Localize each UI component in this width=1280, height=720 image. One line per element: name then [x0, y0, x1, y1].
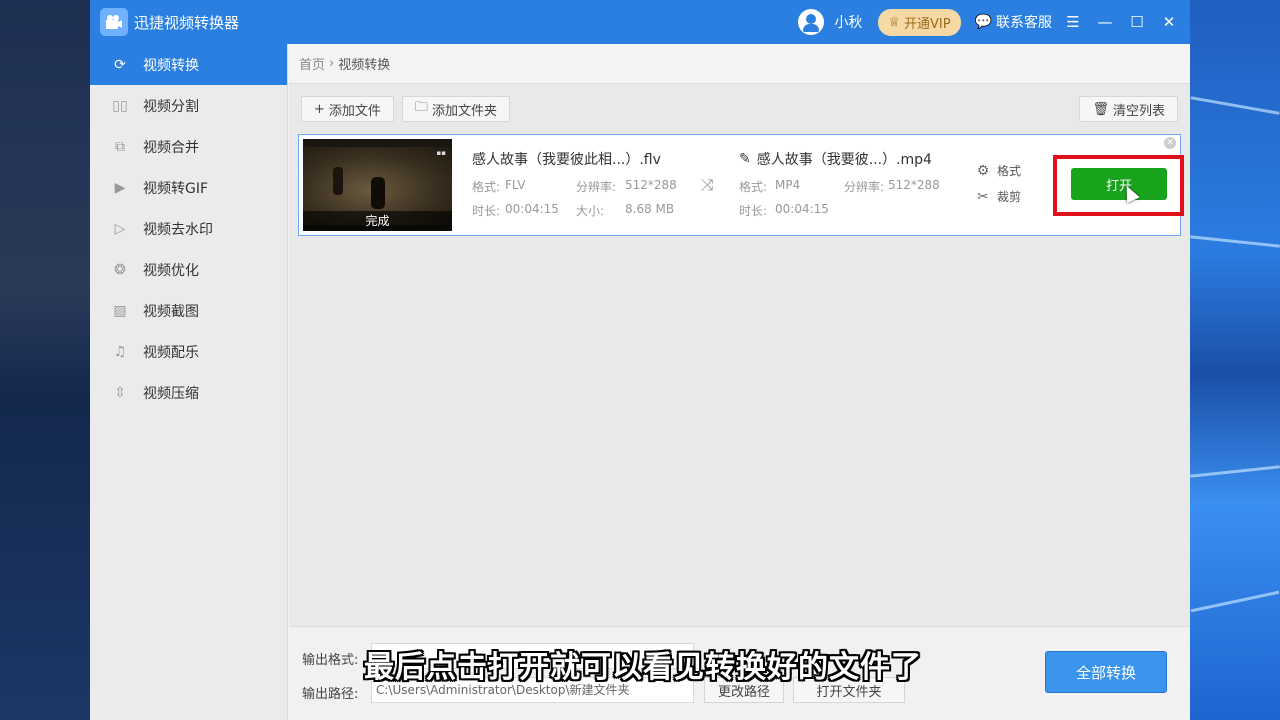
- chat-bubble-icon: 💬: [974, 14, 992, 30]
- output-file-name: 感人故事（我要彼...）.mp4: [756, 152, 932, 168]
- main-panel: 首页 › 视频转换 + 添加文件 🗀 添加文件夹 🗑 清空列表 ▪▪ 完成 感人…: [289, 44, 1190, 720]
- format-settings-button[interactable]: ⚙ 格式: [975, 162, 1021, 179]
- optimize-icon: ❂: [114, 261, 126, 278]
- sidebar-item-label: 视频压缩: [143, 385, 199, 402]
- breadcrumb-home[interactable]: 首页: [299, 54, 325, 73]
- contact-service-button[interactable]: 💬 联系客服: [975, 12, 1052, 32]
- add-file-label: 添加文件: [328, 103, 381, 119]
- source-format-label: 格式:: [472, 180, 501, 194]
- add-file-button[interactable]: + 添加文件: [301, 96, 394, 122]
- crop-button[interactable]: ✂ 裁剪: [975, 188, 1021, 205]
- sidebar-item-label: 视频转换: [143, 57, 199, 74]
- output-resolution: 512*288: [888, 178, 940, 192]
- output-duration: 00:04:15: [775, 202, 829, 216]
- output-duration-label: 时长:: [739, 204, 768, 218]
- source-resolution-label: 分辨率:: [576, 180, 617, 194]
- output-format-label: 格式:: [739, 180, 768, 194]
- video-caption: 最后点击打开就可以看见转换好的文件了: [364, 650, 922, 685]
- sidebar-item-video-convert[interactable]: ⟳ 视频转换: [90, 44, 287, 85]
- sidebar-item-label: 视频合并: [143, 139, 199, 156]
- screenshot-icon: ▨: [113, 302, 127, 319]
- title-bar-actions: 小秋 ♕ 开通VIP 💬 联系客服 ☰ — ☐ ✕: [798, 0, 1180, 44]
- source-duration: 00:04:15: [505, 202, 559, 216]
- sidebar-item-video-merge[interactable]: ⧉ 视频合并: [90, 126, 287, 167]
- gif-icon: ▶: [114, 179, 126, 196]
- watermark-icon: ▷: [114, 220, 126, 237]
- source-format: FLV: [505, 178, 526, 192]
- output-path-label: 输出路径:: [302, 687, 359, 702]
- highlight-box: [1053, 155, 1184, 216]
- username[interactable]: 小秋: [834, 12, 862, 32]
- source-resolution: 512*288: [625, 178, 677, 192]
- minimize-icon[interactable]: —: [1094, 13, 1116, 31]
- desktop-right-strip: [1190, 0, 1280, 720]
- thumbnail-figure: [333, 167, 343, 195]
- output-format-label: 输出格式:: [302, 653, 359, 668]
- close-icon[interactable]: ✕: [1158, 13, 1180, 31]
- clear-list-button[interactable]: 🗑 清空列表: [1079, 96, 1178, 122]
- format-label: 格式: [997, 164, 1022, 178]
- thumbnail-watermark: ▪▪: [436, 149, 447, 157]
- app-title: 迅捷视频转换器: [134, 13, 240, 32]
- breadcrumb-separator: ›: [329, 56, 335, 71]
- sidebar-item-label: 视频配乐: [143, 344, 199, 361]
- compress-icon: ⇳: [114, 384, 126, 401]
- sidebar-item-video-screenshot[interactable]: ▨ 视频截图: [90, 290, 287, 331]
- app-window: 迅捷视频转换器 小秋 ♕ 开通VIP 💬 联系客服 ☰ — ☐ ✕ ⟳ 视频转换…: [90, 0, 1190, 720]
- convert-all-button[interactable]: 全部转换: [1045, 651, 1167, 693]
- crop-label: 裁剪: [997, 190, 1022, 204]
- plus-icon: +: [314, 101, 325, 117]
- maximize-icon[interactable]: ☐: [1126, 13, 1148, 31]
- trash-icon: 🗑: [1092, 101, 1109, 117]
- add-folder-button[interactable]: 🗀 添加文件夹: [401, 96, 510, 122]
- vip-button[interactable]: ♕ 开通VIP: [878, 8, 961, 36]
- user-avatar-icon[interactable]: [798, 9, 825, 35]
- breadcrumb: 首页 › 视频转换: [289, 44, 1190, 84]
- convert-arrow-icon: ⤨: [701, 175, 714, 194]
- video-thumbnail[interactable]: ▪▪ 完成: [303, 139, 452, 231]
- sidebar-item-label: 视频转GIF: [143, 180, 209, 197]
- sidebar-item-video-music[interactable]: ♫ 视频配乐: [90, 331, 287, 372]
- merge-icon: ⧉: [115, 138, 125, 155]
- menu-icon[interactable]: ☰: [1062, 13, 1084, 31]
- gear-icon: ⚙: [976, 162, 990, 179]
- output-format: MP4: [775, 178, 801, 192]
- source-file-name: 感人故事（我要彼此相...）.flv: [472, 152, 661, 168]
- folder-icon: 🗀: [414, 100, 428, 115]
- toolbar: + 添加文件 🗀 添加文件夹 🗑 清空列表: [289, 84, 1190, 134]
- sidebar-item-video-gif[interactable]: ▶ 视频转GIF: [90, 167, 287, 208]
- scissors-icon: ✂: [977, 188, 989, 205]
- sidebar-item-remove-watermark[interactable]: ▷ 视频去水印: [90, 208, 287, 249]
- sidebar: ⟳ 视频转换 ▯▯ 视频分割 ⧉ 视频合并 ▶ 视频转GIF ▷ 视频去水印 ❂…: [90, 44, 288, 720]
- convert-icon: ⟳: [114, 56, 126, 73]
- file-list-row[interactable]: ▪▪ 完成 感人故事（我要彼此相...）.flv 格式: FLV 分辨率: 51…: [298, 134, 1184, 236]
- edit-pencil-icon: ✎: [739, 151, 751, 167]
- remove-row-icon[interactable]: ✕: [1164, 137, 1176, 149]
- crown-icon: ♕: [888, 14, 900, 30]
- sidebar-item-video-split[interactable]: ▯▯ 视频分割: [90, 85, 287, 126]
- clear-list-label: 清空列表: [1112, 103, 1165, 119]
- sidebar-item-label: 视频分割: [143, 98, 199, 115]
- desktop-left-strip: [0, 0, 90, 720]
- sidebar-item-label: 视频截图: [143, 303, 199, 320]
- add-folder-label: 添加文件夹: [431, 103, 497, 119]
- source-size-label: 大小:: [576, 204, 605, 218]
- sidebar-item-label: 视频去水印: [143, 221, 213, 238]
- thumbnail-figure: [371, 177, 385, 209]
- source-duration-label: 时长:: [472, 204, 501, 218]
- sidebar-item-label: 视频优化: [143, 262, 199, 279]
- breadcrumb-current: 视频转换: [338, 58, 391, 73]
- sidebar-item-video-optimize[interactable]: ❂ 视频优化: [90, 249, 287, 290]
- app-logo-icon: [100, 8, 128, 36]
- sidebar-item-video-compress[interactable]: ⇳ 视频压缩: [90, 372, 287, 413]
- split-icon: ▯▯: [112, 97, 128, 114]
- source-size: 8.68 MB: [625, 202, 675, 216]
- title-bar: 迅捷视频转换器 小秋 ♕ 开通VIP 💬 联系客服 ☰ — ☐ ✕: [90, 0, 1190, 44]
- output-file-name-field[interactable]: ✎ 感人故事（我要彼...）.mp4: [739, 149, 932, 169]
- output-resolution-label: 分辨率:: [844, 180, 885, 194]
- music-icon: ♫: [113, 343, 127, 360]
- conversion-status: 完成: [303, 211, 452, 231]
- vip-label: 开通VIP: [903, 16, 951, 32]
- service-label: 联系客服: [996, 15, 1052, 31]
